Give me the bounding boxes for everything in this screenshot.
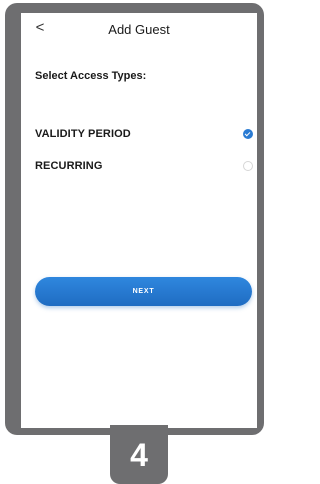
app-screen: < Add Guest Select Access Types: VALIDIT… [21,13,257,428]
access-types-heading: Select Access Types: [35,70,147,82]
option-label: VALIDITY PERIOD [35,128,131,140]
page-title: Add Guest [108,22,170,37]
next-button[interactable]: NEXT [35,277,252,306]
option-label: RECURRING [35,160,103,172]
radio-checked-icon[interactable] [243,129,253,139]
step-number: 4 [130,437,148,473]
option-validity-period[interactable]: VALIDITY PERIOD [35,126,253,144]
step-badge: 4 [110,425,168,484]
radio-unchecked-icon[interactable] [243,161,253,171]
option-recurring[interactable]: RECURRING [35,158,253,176]
instruction-page: < Add Guest Select Access Types: VALIDIT… [0,0,268,484]
phone-frame: < Add Guest Select Access Types: VALIDIT… [5,3,264,435]
